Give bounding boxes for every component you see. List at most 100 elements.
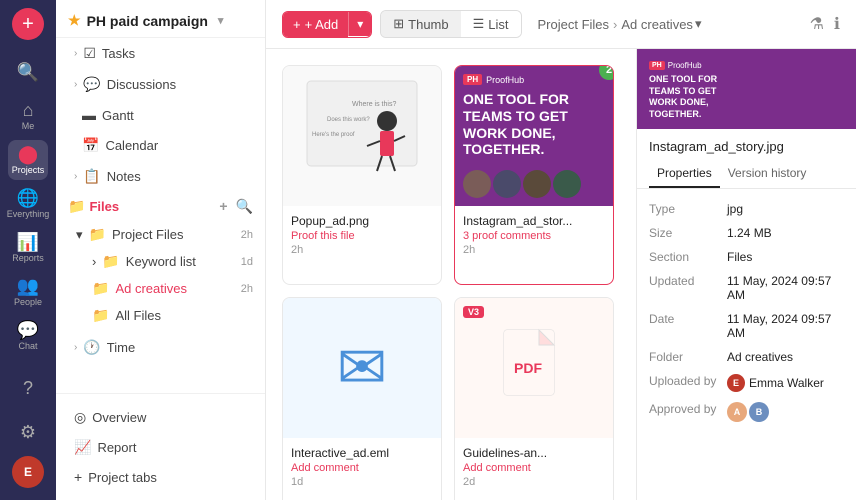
projects-icon: ⬤ <box>18 145 38 163</box>
details-ph-badge: PH <box>649 61 665 70</box>
folder-time-badge: 2h <box>241 229 253 241</box>
breadcrumb-current[interactable]: Ad creatives ▾ <box>621 16 701 32</box>
file-info-email: Interactive_ad.eml Add comment 1d <box>283 438 441 496</box>
home-icon: ⌂ <box>23 101 34 119</box>
breadcrumb-part2: Ad creatives <box>621 17 693 32</box>
people-icon: 👥 <box>17 277 39 295</box>
add-file-dropdown[interactable]: ▾ <box>348 12 371 36</box>
nav-help[interactable]: ? <box>8 368 48 408</box>
everything-icon: 🌐 <box>17 189 39 207</box>
thumb-view-btn[interactable]: ⊞ Thumb <box>381 11 460 37</box>
details-panel: PH ProofHub ONE TOOL FORTEAMS TO GETWORK… <box>636 49 856 500</box>
sidebar-calendar-label: Calendar <box>105 138 158 153</box>
breadcrumb-dropdown[interactable]: ▾ <box>695 16 702 32</box>
left-navigation: + 🔍 ⌂ Me ⬤ Projects 🌐 Everything 📊 Repor… <box>0 0 56 500</box>
search-files-icon[interactable]: 🔍 <box>236 198 253 215</box>
user-avatar[interactable]: E <box>12 456 44 488</box>
sidebar-project-tabs[interactable]: + Project tabs <box>62 463 259 491</box>
nav-settings[interactable]: ⚙ <box>8 412 48 452</box>
tab-version-history[interactable]: Version history <box>720 160 815 188</box>
add-file-icon[interactable]: + <box>219 198 227 215</box>
filter-icon[interactable]: ⚗ <box>810 14 824 34</box>
details-ph-name: ProofHub <box>668 61 702 70</box>
main-content: + + Add ▾ ⊞ Thumb ☰ List Project Files ›… <box>266 0 856 500</box>
nav-search[interactable]: 🔍 <box>8 52 48 92</box>
sidebar-notes-label: Notes <box>107 169 141 184</box>
file-time-email: 1d <box>291 476 433 488</box>
nav-everything-label: Everything <box>7 209 50 219</box>
svg-text:Here's the proof: Here's the proof <box>312 132 355 138</box>
help-icon: ? <box>23 379 33 397</box>
file-link-popup[interactable]: Proof this file <box>291 230 433 242</box>
sidebar-item-calendar[interactable]: 📅 Calendar <box>62 131 259 160</box>
file-link-pdf[interactable]: Add comment <box>463 462 605 474</box>
file-link-email[interactable]: Add comment <box>291 462 433 474</box>
ad-time-badge: 2h <box>241 283 253 295</box>
tasks-icon: ☑ <box>83 45 96 62</box>
svg-text:PDF: PDF <box>514 360 542 376</box>
proofhub-label: ProofHub <box>486 75 524 85</box>
global-add-button[interactable]: + <box>12 8 44 40</box>
sidebar-files-label[interactable]: Files <box>89 199 219 214</box>
nav-projects[interactable]: ⬤ Projects <box>8 140 48 180</box>
nav-people[interactable]: 👥 People <box>8 272 48 312</box>
folder-project-files[interactable]: ▾ 📁 Project Files 2h <box>56 221 265 248</box>
list-icon: ☰ <box>473 16 485 32</box>
sidebar-item-discussions[interactable]: › 💬 Discussions <box>62 70 259 99</box>
list-view-btn[interactable]: ☰ List <box>461 11 521 37</box>
prop-approved-label: Approved by <box>649 402 719 422</box>
add-label: + Add <box>305 17 339 32</box>
sidebar-item-time[interactable]: › 🕐 Time <box>62 333 259 362</box>
nav-everything[interactable]: 🌐 Everything <box>8 184 48 224</box>
thumb-label: Thumb <box>408 17 448 32</box>
svg-text:Where is this?: Where is this? <box>352 101 396 108</box>
calendar-icon: 📅 <box>82 137 99 154</box>
prop-size-label: Size <box>649 226 719 240</box>
add-file-button[interactable]: + + Add ▾ <box>282 11 372 38</box>
project-dropdown-icon[interactable]: ▾ <box>218 14 224 27</box>
chevron-icon: › <box>92 254 96 269</box>
info-icon[interactable]: ℹ <box>834 14 840 34</box>
project-header[interactable]: ★ PH paid campaign ▾ <box>56 0 265 38</box>
file-link-instagram[interactable]: 3 proof comments <box>463 230 605 242</box>
nav-reports[interactable]: 📊 Reports <box>8 228 48 268</box>
breadcrumb: Project Files › Ad creatives ▾ <box>538 16 702 32</box>
uploader-avatar: E <box>727 374 745 392</box>
breadcrumb-separator: › <box>613 17 617 32</box>
file-card-pdf[interactable]: V3 PDF Guidelines-an... Add comment 2d <box>454 297 614 500</box>
sidebar-overview[interactable]: ◎ Overview <box>62 403 259 432</box>
sidebar-report[interactable]: 📈 Report <box>62 433 259 462</box>
sidebar-discussions-label: Discussions <box>107 77 176 92</box>
sidebar-report-label: Report <box>97 440 136 455</box>
folder-ad-creatives[interactable]: 📁 Ad creatives 2h <box>56 275 265 302</box>
nav-me[interactable]: ⌂ Me <box>8 96 48 136</box>
sidebar-item-gantt[interactable]: ▬ Gantt <box>62 101 259 129</box>
file-card-popup[interactable]: Where is this? Does this work? Here's th… <box>282 65 442 285</box>
folder-keyword-list[interactable]: › 📁 Keyword list 1d <box>56 248 265 275</box>
proof-count-badge: 2 <box>599 66 613 80</box>
person3 <box>523 170 551 198</box>
chevron-icon: › <box>74 342 77 353</box>
grid-icon: ⊞ <box>393 16 404 32</box>
prop-updated: Updated 11 May, 2024 09:57 AM <box>637 269 856 307</box>
file-name-instagram: Instagram_ad_stor... <box>463 214 605 228</box>
details-ph-logo: PH ProofHub <box>649 61 702 70</box>
breadcrumb-part1[interactable]: Project Files <box>538 17 610 32</box>
nav-chat[interactable]: 💬 Chat <box>8 316 48 356</box>
prop-folder-label: Folder <box>649 350 719 364</box>
sidebar-item-tasks[interactable]: › ☑ Tasks <box>62 39 259 68</box>
prop-date: Date 11 May, 2024 09:57 AM <box>637 307 856 345</box>
file-card-instagram[interactable]: PH ProofHub ONE TOOL FORTEAMS TO GETWORK… <box>454 65 614 285</box>
list-label: List <box>488 17 508 32</box>
prop-uploaded-label: Uploaded by <box>649 374 719 392</box>
prop-updated-value: 11 May, 2024 09:57 AM <box>727 274 844 302</box>
approver-avatars: A B <box>727 402 844 422</box>
folder-all-files[interactable]: 📁 All Files <box>56 302 265 329</box>
file-time-instagram: 2h <box>463 244 605 256</box>
sidebar-item-notes[interactable]: › 📋 Notes <box>62 162 259 191</box>
file-card-email[interactable]: ✉ Interactive_ad.eml Add comment 1d <box>282 297 442 500</box>
project-name: PH paid campaign <box>87 13 208 29</box>
folder-project-files-label: Project Files <box>112 227 184 242</box>
tab-properties[interactable]: Properties <box>649 160 720 188</box>
add-file-label[interactable]: + + Add <box>283 12 348 37</box>
